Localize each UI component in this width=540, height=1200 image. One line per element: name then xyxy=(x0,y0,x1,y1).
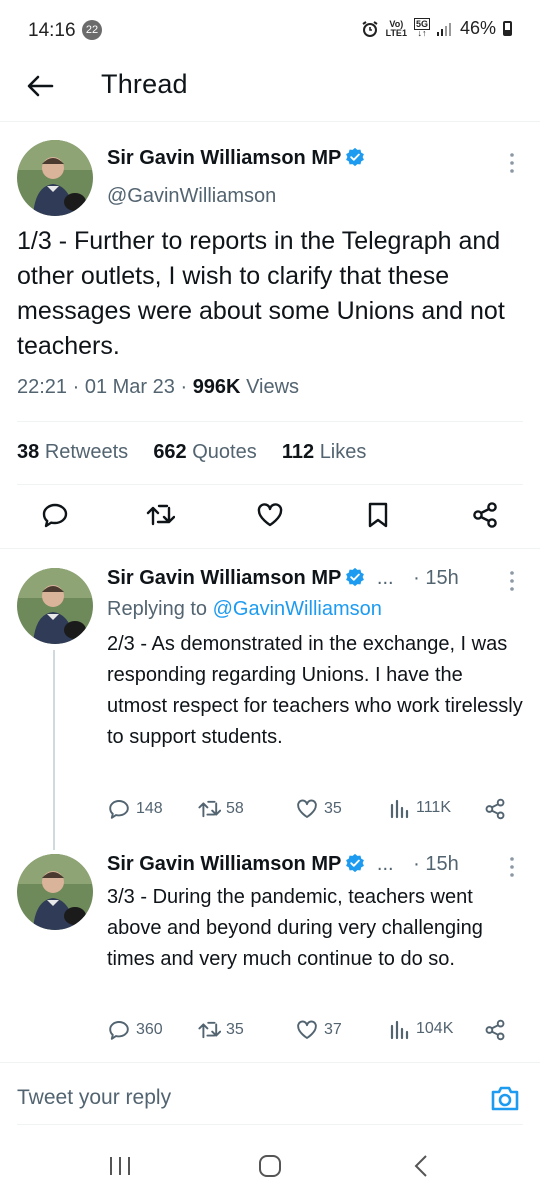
more-icon[interactable] xyxy=(509,152,515,174)
share-button[interactable] xyxy=(483,1018,507,1042)
views-button[interactable]: 104K xyxy=(389,1018,453,1040)
signal-icon xyxy=(436,22,451,36)
retweets-stat[interactable]: 38 Retweets xyxy=(17,441,128,463)
views-icon xyxy=(390,1020,409,1040)
share-icon xyxy=(485,1019,505,1041)
divider xyxy=(17,484,523,485)
notification-count-badge: 22 xyxy=(82,20,102,40)
tweet-stats: 38 Retweets 662 Quotes 112 Likes xyxy=(17,441,366,464)
camera-icon[interactable] xyxy=(490,1084,520,1112)
system-nav-bar xyxy=(0,1136,540,1200)
retweet-icon xyxy=(198,800,221,818)
verified-badge-icon xyxy=(346,567,365,587)
alarm-icon xyxy=(362,20,378,37)
views-icon xyxy=(390,799,409,819)
like-icon xyxy=(297,799,317,818)
reply-input[interactable]: Tweet your reply xyxy=(17,1086,171,1110)
views-count: 996K xyxy=(192,376,241,398)
like-button[interactable]: 37 xyxy=(295,1018,342,1042)
like-icon[interactable] xyxy=(255,500,285,530)
author-name[interactable]: Sir Gavin Williamson MP xyxy=(107,567,341,589)
tweet-time: 22:21 xyxy=(17,376,68,398)
author-name[interactable]: Sir Gavin Williamson MP xyxy=(107,147,341,169)
recent-apps-icon[interactable] xyxy=(108,1154,132,1178)
battery-percent: 46% xyxy=(459,18,496,38)
likes-stat[interactable]: 112 Likes xyxy=(282,441,367,463)
share-icon[interactable] xyxy=(470,500,500,530)
tweet-text: 3/3 - During the pandemic, teachers went… xyxy=(107,886,483,970)
battery-icon xyxy=(503,21,512,36)
share-button[interactable] xyxy=(483,797,507,821)
tweet-time: · 15h xyxy=(413,853,459,875)
tweet-meta: 22:21 · 01 Mar 23 · 996K Views xyxy=(17,376,300,398)
back-nav-icon[interactable] xyxy=(410,1154,434,1178)
divider xyxy=(17,1124,523,1125)
back-arrow-icon[interactable] xyxy=(24,70,56,102)
divider xyxy=(17,421,523,422)
network-5g-icon: 5G ↓↑ xyxy=(413,17,430,38)
avatar[interactable] xyxy=(17,140,93,216)
avatar[interactable] xyxy=(17,568,93,644)
volte-indicator: Vo) LTE1 xyxy=(385,18,407,38)
reply-icon xyxy=(109,800,129,819)
tweet-actions: 148 58 35 111K xyxy=(107,797,517,821)
quotes-stat[interactable]: 662 Quotes xyxy=(153,441,256,463)
tweet-date: 01 Mar 23 xyxy=(84,376,175,398)
more-icon[interactable] xyxy=(509,570,515,592)
retweet-icon[interactable] xyxy=(145,500,175,530)
top-bar: Thread xyxy=(0,62,540,122)
tweet-text: 2/3 - As demonstrated in the exchange, I… xyxy=(107,633,523,748)
author-name[interactable]: Sir Gavin Williamson MP xyxy=(107,853,341,875)
verified-badge-icon xyxy=(346,853,365,873)
tweet-actions: 360 35 37 104K xyxy=(107,1018,517,1042)
page-title: Thread xyxy=(101,69,188,99)
views-button[interactable]: 111K xyxy=(389,797,451,819)
status-bar: 14:16 22 Vo) LTE1 5G ↓↑ 46% xyxy=(0,0,540,62)
replying-to-handle[interactable]: @GavinWilliamson xyxy=(213,598,382,620)
like-icon xyxy=(297,1020,317,1039)
tweet-text: 1/3 - Further to reports in the Telegrap… xyxy=(17,227,505,360)
tweet-actions xyxy=(0,500,540,534)
like-button[interactable]: 35 xyxy=(295,797,342,821)
share-icon xyxy=(485,798,505,820)
divider xyxy=(0,548,540,549)
reply-icon[interactable] xyxy=(40,500,70,530)
truncation-ellipsis: ... xyxy=(376,567,394,589)
reply-button[interactable]: 360 xyxy=(107,1018,163,1042)
reply-icon xyxy=(109,1021,129,1040)
author-handle[interactable]: @GavinWilliamson xyxy=(107,185,276,208)
status-time: 14:16 xyxy=(28,20,76,41)
replying-to: Replying to @GavinWilliamson xyxy=(107,598,382,620)
verified-badge-icon xyxy=(346,147,365,167)
more-icon[interactable] xyxy=(509,856,515,878)
bookmark-icon[interactable] xyxy=(363,500,393,530)
retweet-button[interactable]: 58 xyxy=(197,797,244,821)
retweet-button[interactable]: 35 xyxy=(197,1018,244,1042)
truncation-ellipsis: ... xyxy=(376,853,394,875)
retweet-icon xyxy=(198,1021,221,1039)
avatar[interactable] xyxy=(17,854,93,930)
reply-composer: Tweet your reply xyxy=(0,1062,540,1126)
thread-line xyxy=(53,650,55,850)
tweet-time: · 15h xyxy=(413,567,459,589)
home-icon[interactable] xyxy=(258,1154,282,1178)
reply-button[interactable]: 148 xyxy=(107,797,163,821)
views-label: Views xyxy=(246,376,300,398)
